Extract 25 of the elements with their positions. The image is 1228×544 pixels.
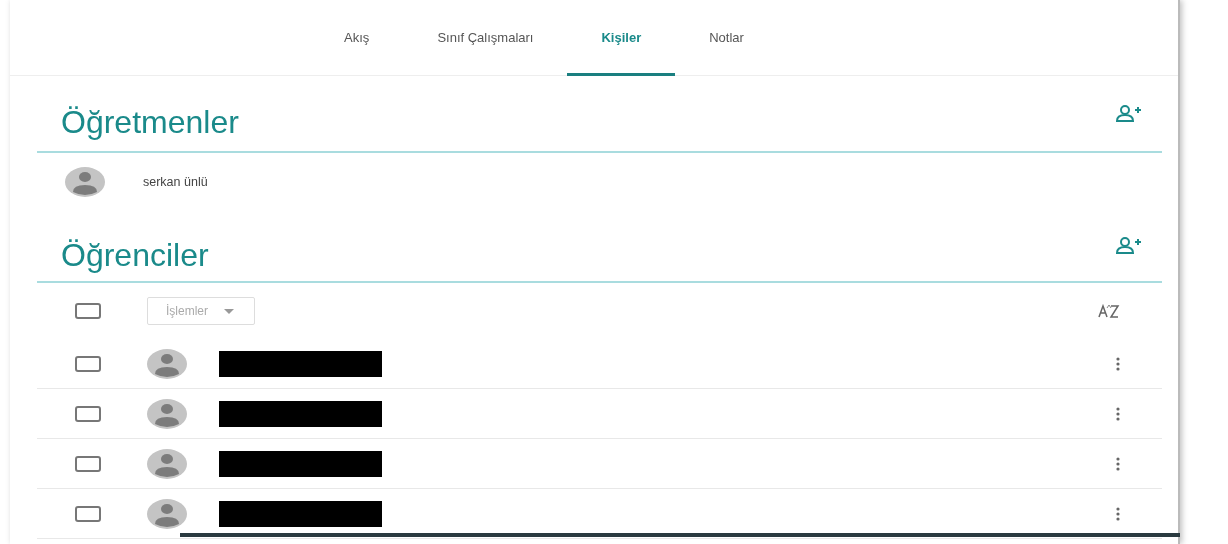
avatar-icon	[147, 348, 187, 379]
section-title: Öğretmenler	[61, 103, 239, 141]
tab[interactable]: Notlar	[675, 20, 778, 76]
tab[interactable]: Sınıf Çalışmaları	[403, 20, 568, 76]
avatar-icon	[65, 167, 105, 197]
checkbox[interactable]	[75, 455, 101, 472]
checkbox[interactable]	[75, 505, 101, 522]
avatar-icon	[147, 448, 187, 479]
more-icon[interactable]	[1116, 356, 1120, 371]
more-icon[interactable]	[1116, 506, 1120, 521]
checkbox[interactable]	[75, 355, 101, 372]
more-icon[interactable]	[1116, 456, 1120, 471]
tab[interactable]: Kişiler	[567, 20, 676, 76]
add-person-icon[interactable]	[1116, 104, 1142, 123]
scrollbar[interactable]	[180, 533, 1180, 537]
tab[interactable]: Akış	[310, 20, 404, 76]
checkbox[interactable]	[75, 405, 101, 422]
add-person-icon[interactable]	[1116, 237, 1142, 255]
section-title: Öğrenciler	[61, 235, 209, 274]
avatar-icon	[147, 498, 187, 529]
avatar-icon	[147, 398, 187, 429]
person-name: serkan ünlü	[143, 175, 208, 189]
checkbox[interactable]	[75, 303, 101, 319]
more-icon[interactable]	[1116, 406, 1120, 421]
sort-icon[interactable]	[1098, 304, 1120, 318]
